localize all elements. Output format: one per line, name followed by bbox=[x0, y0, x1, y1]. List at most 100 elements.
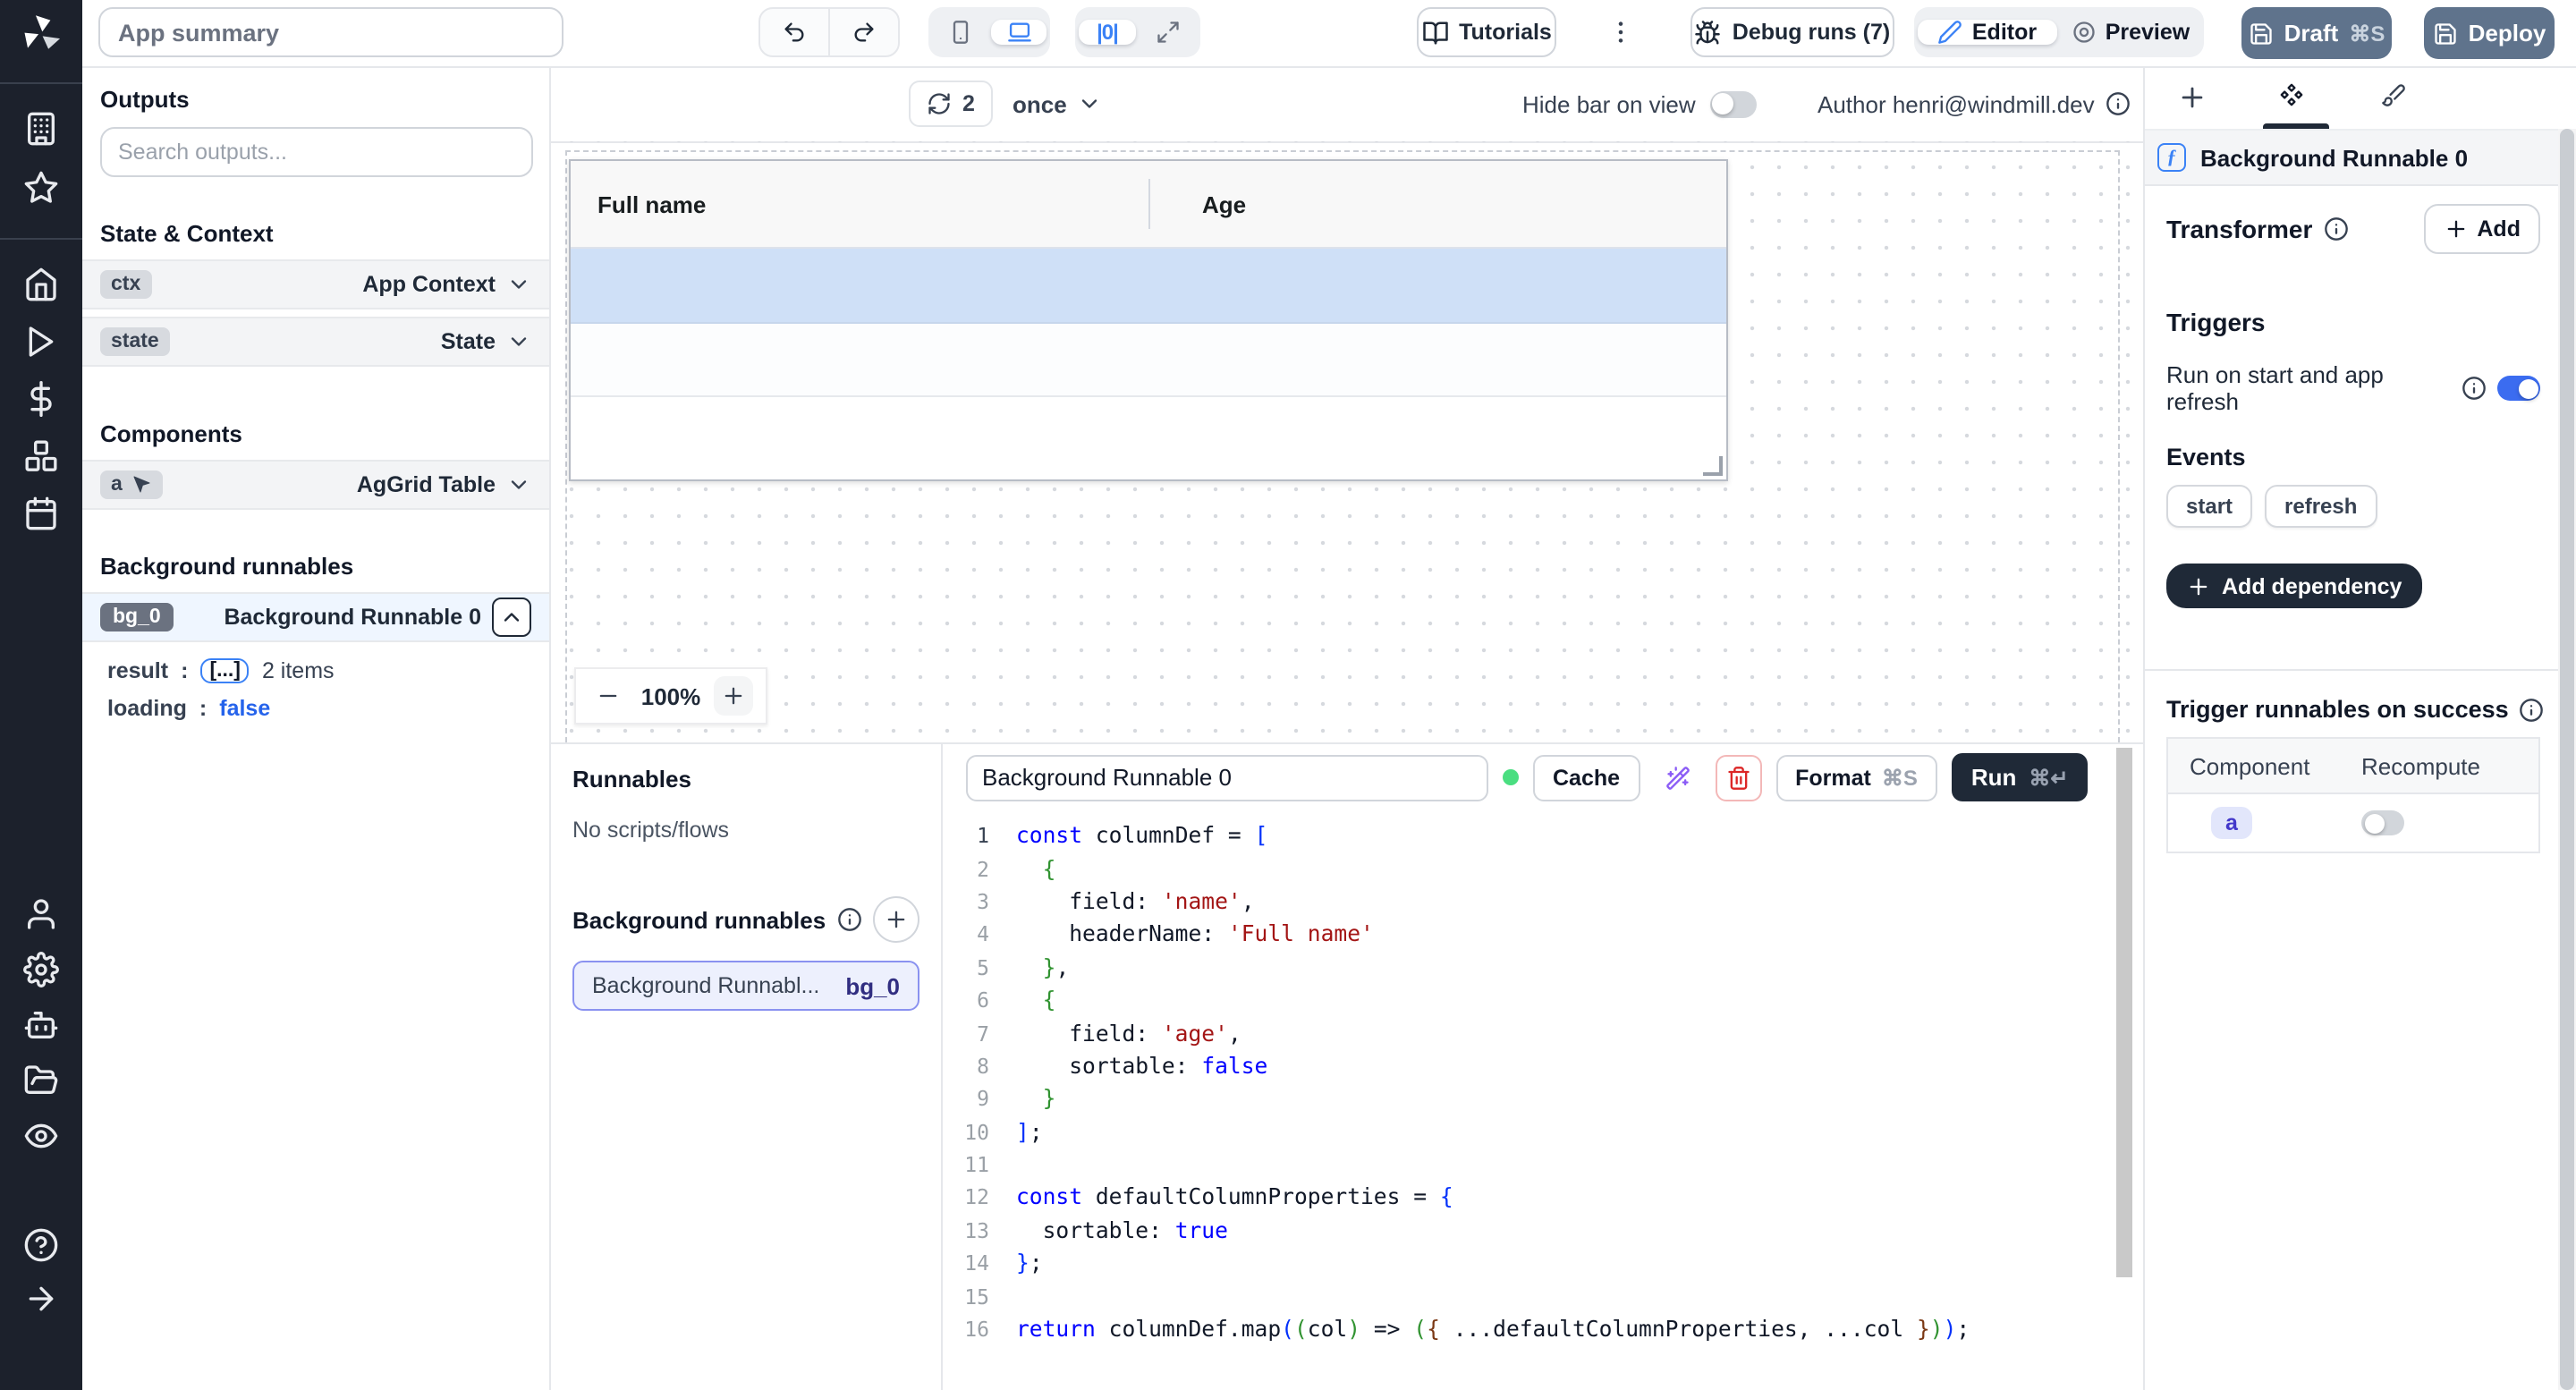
zoom-out-button[interactable] bbox=[589, 676, 628, 716]
runnable-name-input[interactable] bbox=[966, 754, 1488, 801]
draft-button[interactable]: Draft ⌘S bbox=[2241, 7, 2392, 59]
add-dependency-button[interactable]: Add dependency bbox=[2166, 564, 2421, 608]
tutorials-button[interactable]: Tutorials bbox=[1417, 7, 1556, 57]
recompute-toggle[interactable] bbox=[2361, 810, 2404, 835]
run-on-start-toggle[interactable] bbox=[2497, 376, 2540, 401]
format-button[interactable]: Format ⌘S bbox=[1775, 754, 1937, 801]
code-line-13[interactable]: 13 sortable: true bbox=[943, 1214, 2143, 1247]
redo-button[interactable] bbox=[828, 9, 898, 55]
deploy-button[interactable]: Deploy bbox=[2424, 7, 2555, 59]
mobile-view-button[interactable] bbox=[932, 20, 987, 45]
line-number: 9 bbox=[943, 1087, 989, 1112]
sidebar-boxes-button[interactable] bbox=[23, 438, 59, 474]
refresh-policy-value: once bbox=[1013, 90, 1067, 117]
code-line-10[interactable]: 10]; bbox=[943, 1115, 2143, 1148]
aggrid-table-component[interactable]: Full nameAge bbox=[569, 159, 1728, 481]
code-text: ]; bbox=[1016, 1119, 1043, 1144]
sidebar-bot-button[interactable] bbox=[23, 1007, 59, 1043]
info-icon[interactable] bbox=[2106, 91, 2131, 116]
tab-add-component[interactable] bbox=[2177, 82, 2207, 113]
ai-wand-button[interactable] bbox=[1654, 754, 1700, 801]
info-icon[interactable] bbox=[836, 907, 861, 932]
desktop-view-button[interactable] bbox=[991, 20, 1046, 45]
sidebar-calendar-button[interactable] bbox=[23, 496, 59, 531]
output-row-state[interactable]: state State bbox=[82, 317, 549, 367]
output-row-component-a[interactable]: a AgGrid Table bbox=[82, 460, 549, 510]
code-line-1[interactable]: 1const columnDef = [ bbox=[943, 819, 2143, 852]
fullwidth-layout-button[interactable] bbox=[1140, 20, 1197, 45]
trigger-success-header: Trigger runnables on success bbox=[2166, 696, 2555, 723]
chevron-down-icon[interactable] bbox=[506, 472, 531, 497]
code-editor: Cache Format ⌘S Run ⌘↵ bbox=[943, 744, 2143, 1390]
app-summary-input[interactable] bbox=[98, 7, 564, 57]
code-scrollbar[interactable] bbox=[2116, 748, 2132, 1277]
code-line-12[interactable]: 12const defaultColumnProperties = { bbox=[943, 1182, 2143, 1215]
code-line-15[interactable]: 15 bbox=[943, 1280, 2143, 1313]
code-line-3[interactable]: 3 field: 'name', bbox=[943, 886, 2143, 919]
delete-runnable-button[interactable] bbox=[1715, 754, 1761, 801]
run-button[interactable]: Run ⌘↵ bbox=[1952, 753, 2089, 801]
windmill-logo[interactable] bbox=[18, 11, 64, 57]
search-outputs-input[interactable] bbox=[100, 127, 533, 177]
add-transformer-button[interactable]: Add bbox=[2423, 204, 2540, 254]
sidebar-star-button[interactable] bbox=[23, 170, 59, 206]
sidebar-settings-button[interactable] bbox=[23, 952, 59, 987]
chevron-down-icon[interactable] bbox=[506, 272, 531, 297]
sidebar-home-button[interactable] bbox=[23, 267, 59, 302]
code-line-4[interactable]: 4 headerName: 'Full name' bbox=[943, 918, 2143, 951]
sidebar-dollar-sign-button[interactable] bbox=[23, 381, 59, 417]
refresh-button[interactable]: 2 bbox=[909, 81, 993, 127]
code-line-8[interactable]: 8 sortable: false bbox=[943, 1049, 2143, 1082]
sidebar-eye-button[interactable] bbox=[23, 1118, 59, 1154]
add-background-runnable-button[interactable] bbox=[873, 896, 919, 943]
outputs-panel: Outputs State & Context ctx App Context … bbox=[82, 66, 551, 1390]
undo-button[interactable] bbox=[760, 9, 828, 55]
triggers-title: Triggers bbox=[2166, 308, 2555, 336]
code-line-14[interactable]: 14}; bbox=[943, 1247, 2143, 1280]
resize-handle[interactable] bbox=[1703, 456, 1723, 476]
app-canvas[interactable]: Full nameAge 100% bbox=[551, 141, 2143, 742]
runnable-item[interactable]: Background Runnabl...bg_0 bbox=[572, 961, 919, 1011]
centered-layout-button[interactable]: |0| bbox=[1079, 20, 1136, 45]
code-line-6[interactable]: 6 { bbox=[943, 984, 2143, 1017]
code-line-5[interactable]: 5 }, bbox=[943, 951, 2143, 984]
editor-tab[interactable]: Editor bbox=[1918, 20, 2057, 45]
result-expand-chip[interactable]: [...] bbox=[200, 657, 250, 682]
sidebar-folder-open-button[interactable] bbox=[23, 1063, 59, 1098]
sidebar-user-button[interactable] bbox=[23, 896, 59, 932]
sidebar-play-button[interactable] bbox=[23, 324, 59, 360]
output-row-bg0[interactable]: bg_0 Background Runnable 0 bbox=[82, 592, 549, 642]
code-area[interactable]: 1const columnDef = [2 {3 field: 'name',4… bbox=[943, 810, 2143, 1390]
code-line-7[interactable]: 7 field: 'age', bbox=[943, 1017, 2143, 1050]
aggrid-row[interactable] bbox=[571, 324, 1726, 397]
event-chip-refresh[interactable]: refresh bbox=[2265, 485, 2377, 528]
sidebar-help-circle-button[interactable] bbox=[23, 1227, 59, 1263]
code-line-2[interactable]: 2 { bbox=[943, 852, 2143, 886]
aggrid-selected-row[interactable] bbox=[571, 249, 1726, 324]
collapse-bg0-button[interactable] bbox=[492, 598, 531, 637]
info-icon[interactable] bbox=[2462, 376, 2487, 401]
code-line-9[interactable]: 9 } bbox=[943, 1082, 2143, 1115]
tab-styling[interactable] bbox=[2381, 82, 2411, 113]
wand-icon bbox=[1665, 765, 1690, 790]
code-line-16[interactable]: 16return columnDef.map((col) => ({ ...de… bbox=[943, 1313, 2143, 1346]
more-menu-button[interactable] bbox=[1599, 7, 1642, 57]
state-badge: state bbox=[100, 327, 170, 356]
event-chip-start[interactable]: start bbox=[2166, 485, 2252, 528]
preview-tab[interactable]: Preview bbox=[2061, 20, 2200, 45]
hide-bar-toggle[interactable] bbox=[1710, 90, 1757, 117]
sidebar-arrow-right-button[interactable] bbox=[23, 1281, 59, 1317]
refresh-policy-dropdown[interactable]: once bbox=[1013, 81, 1103, 127]
debug-runs-button[interactable]: Debug runs (7) bbox=[1690, 7, 1894, 57]
sidebar-building-button[interactable] bbox=[23, 111, 59, 147]
cache-button[interactable]: Cache bbox=[1533, 754, 1640, 801]
line-number: 1 bbox=[943, 823, 989, 848]
zoom-in-button[interactable] bbox=[714, 676, 753, 716]
chevron-down-icon[interactable] bbox=[506, 329, 531, 354]
code-line-11[interactable]: 11 bbox=[943, 1148, 2143, 1182]
info-icon[interactable] bbox=[2323, 216, 2348, 242]
tab-component-settings[interactable] bbox=[2279, 82, 2309, 113]
info-icon[interactable] bbox=[2520, 697, 2545, 722]
output-row-ctx[interactable]: ctx App Context bbox=[82, 259, 549, 309]
right-panel-scrollbar[interactable] bbox=[2558, 129, 2576, 1390]
